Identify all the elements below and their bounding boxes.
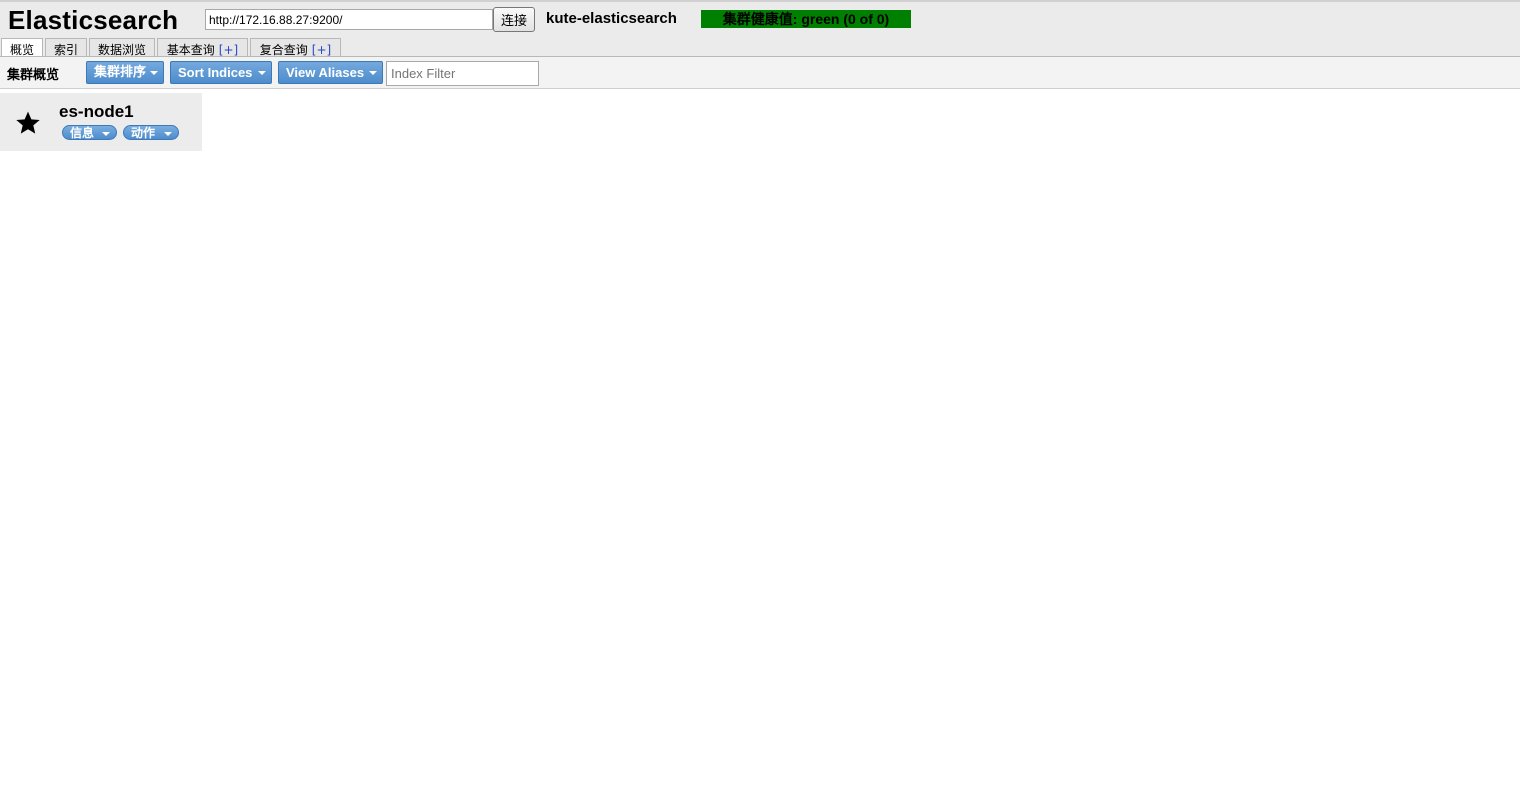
button-label: Sort Indices (178, 65, 253, 80)
caret-down-icon (102, 132, 110, 136)
sort-indices-button[interactable]: Sort Indices (170, 61, 272, 84)
overview-toolbar: 集群概览 集群排序 Sort Indices View Aliases (0, 56, 1520, 89)
node-info-button[interactable]: 信息 (62, 125, 117, 140)
node-name: es-node1 (59, 102, 134, 121)
cluster-name: kute-elasticsearch (546, 10, 677, 27)
caret-down-icon (164, 132, 172, 136)
button-label: View Aliases (286, 65, 365, 80)
caret-down-icon (369, 71, 377, 75)
tab-label: 基本查询 (166, 43, 215, 57)
tab-add-button[interactable]: [+] (312, 43, 331, 57)
tab-label: 数据浏览 (97, 43, 146, 57)
sort-cluster-button[interactable]: 集群排序 (86, 61, 164, 84)
star-icon (16, 111, 40, 134)
node-card: es-node1 信息 动作 (0, 93, 202, 151)
app-logo: Elasticsearch (8, 5, 179, 35)
node-actions-button[interactable]: 动作 (123, 125, 179, 140)
caret-down-icon (258, 71, 266, 75)
button-label: 信息 (70, 126, 95, 140)
connect-button[interactable]: 连接 (493, 7, 535, 32)
toolbar-title: 集群概览 (7, 68, 60, 83)
cluster-health-badge: 集群健康值: green (0 of 0) (701, 10, 911, 28)
tab-label: 索引 (53, 43, 78, 57)
button-label: 动作 (131, 126, 156, 140)
tab-label: 概览 (9, 43, 34, 57)
caret-down-icon (150, 71, 158, 75)
button-label: 集群排序 (94, 65, 147, 80)
cluster-url-input[interactable] (205, 9, 493, 30)
index-filter-input[interactable] (386, 61, 539, 86)
tab-add-button[interactable]: [+] (219, 43, 238, 57)
tab-label: 复合查询 (259, 43, 308, 57)
view-aliases-button[interactable]: View Aliases (278, 61, 383, 84)
